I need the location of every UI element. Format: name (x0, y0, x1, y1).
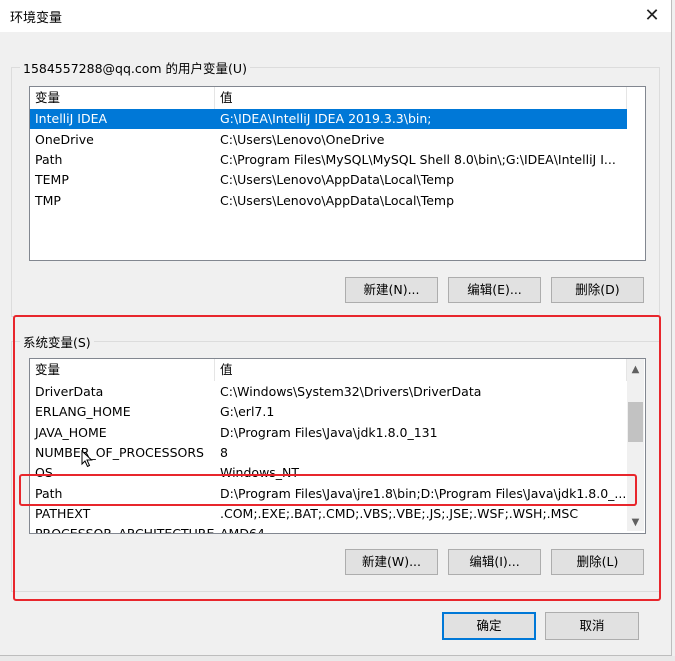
var-value: C:\Users\Lenovo\OneDrive (220, 132, 385, 147)
user-var-row[interactable]: OneDrive C:\Users\Lenovo\OneDrive (30, 130, 627, 150)
user-var-row[interactable]: TMP C:\Users\Lenovo\AppData\Local\Temp (30, 191, 627, 211)
user-var-row[interactable]: IntelliJ IDEA G:\IDEA\IntelliJ IDEA 2019… (30, 109, 627, 129)
user-delete-button[interactable]: 删除(D) (551, 277, 644, 303)
var-name: TEMP (35, 172, 69, 187)
var-name: IntelliJ IDEA (35, 111, 108, 126)
user-variables-list[interactable]: 变量 值 IntelliJ IDEA G:\IDEA\IntelliJ IDEA… (29, 86, 646, 261)
window-title: 环境变量 (10, 11, 63, 26)
var-value: C:\Program Files\MySQL\MySQL Shell 8.0\b… (220, 152, 616, 167)
var-value: G:\IDEA\IntelliJ IDEA 2019.3.3\bin; (220, 111, 432, 126)
column-header-value[interactable]: 值 (215, 87, 627, 109)
user-var-row[interactable]: Path C:\Program Files\MySQL\MySQL Shell … (30, 150, 627, 170)
annotation-path-row-box (19, 474, 637, 506)
title-bar: 环境变量 ✕ (0, 0, 671, 32)
user-edit-button[interactable]: 编辑(E)... (448, 277, 541, 303)
user-var-row[interactable]: TEMP C:\Users\Lenovo\AppData\Local\Temp (30, 170, 627, 190)
mouse-cursor-icon (81, 450, 93, 468)
user-new-button[interactable]: 新建(N)... (345, 277, 438, 303)
var-value: C:\Users\Lenovo\AppData\Local\Temp (220, 193, 455, 208)
annotation-system-variables-box (13, 315, 661, 601)
var-name: OneDrive (35, 132, 94, 147)
close-icon[interactable]: ✕ (632, 0, 672, 32)
cancel-button[interactable]: 取消 (545, 612, 639, 640)
var-name: Path (35, 152, 63, 167)
var-value: C:\Users\Lenovo\AppData\Local\Temp (220, 172, 455, 187)
user-list-header: 变量 值 (30, 87, 645, 109)
user-variables-label: 1584557288@qq.com 的用户变量(U) (20, 58, 250, 77)
background-strip (0, 656, 675, 661)
ok-button[interactable]: 确定 (442, 612, 536, 640)
column-header-variable[interactable]: 变量 (30, 87, 215, 109)
var-name: TMP (35, 193, 61, 208)
